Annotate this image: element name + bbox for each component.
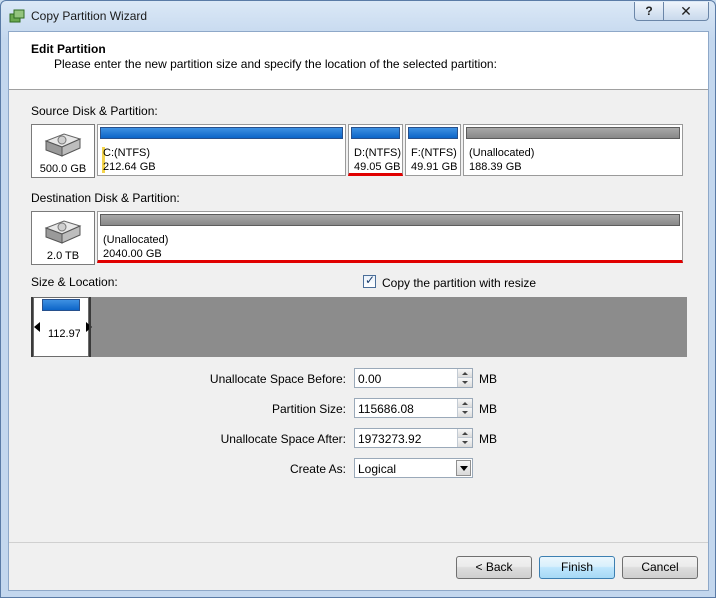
partition-size-spin [457, 399, 472, 417]
partition-name: F:(NTFS) [411, 147, 457, 159]
destination-unallocated[interactable]: (Unallocated) 2040.00 GB [97, 211, 683, 263]
create-as-value: Logical [358, 462, 397, 476]
partition-bar [408, 127, 458, 139]
create-as-label: Create As: [289, 462, 346, 476]
partition-size: 2040.00 GB [103, 248, 162, 260]
slider-right-edge [89, 297, 91, 357]
partition-c[interactable]: C:(NTFS) 212.64 GB [97, 124, 346, 176]
partition-bar [42, 299, 80, 311]
spin-down-button[interactable] [458, 438, 472, 447]
space-after-unit: MB [479, 432, 497, 446]
source-partition-map: C:(NTFS) 212.64 GB D:(NTFS) 49.05 GB F:(… [97, 124, 683, 178]
partition-name: C:(NTFS) [103, 147, 151, 159]
space-before-input[interactable]: 0.00 [354, 368, 473, 388]
hard-disk-icon [44, 133, 82, 157]
page-title: Edit Partition [31, 42, 106, 56]
space-before-value: 0.00 [358, 372, 382, 386]
window-title: Copy Partition Wizard [31, 9, 148, 23]
partition-size-unit: MB [479, 402, 497, 416]
partition-size: 212.64 GB [103, 161, 156, 173]
hard-disk-icon [44, 220, 82, 244]
close-button[interactable]: ✕ [663, 2, 709, 21]
title-bar: Copy Partition Wizard ? ✕ [1, 1, 715, 31]
partition-size-input[interactable]: 115686.08 [354, 398, 473, 418]
partition-size: 188.39 GB [469, 161, 522, 173]
partition-size-label: Partition Size: [271, 402, 346, 416]
destination-disk-size: 2.0 TB [46, 250, 80, 262]
partition-size: 49.05 GB [354, 161, 401, 173]
finish-button[interactable]: Finish [539, 556, 615, 579]
destination-disk-label: Destination Disk & Partition: [31, 191, 180, 205]
partition-unallocated[interactable]: (Unallocated) 188.39 GB [463, 124, 683, 176]
wizard-header: Edit Partition Please enter the new part… [9, 32, 708, 90]
space-after-spin [457, 429, 472, 447]
source-disk-size: 500.0 GB [39, 163, 87, 175]
space-before-spin [457, 369, 472, 387]
spin-down-button[interactable] [458, 378, 472, 387]
space-after-label: Unallocate Space After: [220, 432, 346, 446]
spin-down-button[interactable] [458, 408, 472, 417]
footer-divider [9, 542, 708, 543]
partition-bar [100, 127, 343, 139]
create-as-select[interactable]: Logical [354, 458, 473, 478]
wizard-client-area: Edit Partition Please enter the new part… [8, 31, 709, 591]
back-button[interactable]: < Back [456, 556, 532, 579]
wizard-app-icon [9, 9, 25, 23]
partition-bar [466, 127, 680, 139]
partition-name: (Unallocated) [469, 147, 535, 159]
copy-with-resize-label: Copy the partition with resize [382, 276, 537, 290]
spin-up-button[interactable] [458, 369, 472, 378]
destination-partition-map: (Unallocated) 2040.00 GB [97, 211, 683, 265]
copy-partition-wizard-window: Copy Partition Wizard ? ✕ Edit Partition… [0, 0, 716, 598]
partition-name: (Unallocated) [103, 234, 169, 246]
space-before-unit: MB [479, 372, 497, 386]
partition-size: 49.91 GB [411, 161, 458, 173]
size-location-label: Size & Location: [31, 275, 118, 289]
chevron-down-icon[interactable] [456, 460, 471, 476]
space-before-label: Unallocate Space Before: [209, 372, 346, 386]
resize-handle-left[interactable] [34, 322, 40, 332]
partition-bar [351, 127, 400, 139]
partition-bar [100, 214, 680, 226]
source-disk-label: Source Disk & Partition: [31, 104, 158, 118]
spin-up-button[interactable] [458, 399, 472, 408]
page-subtitle: Please enter the new partition size and … [54, 57, 497, 71]
help-button[interactable]: ? [634, 2, 664, 21]
size-location-bar[interactable]: 112.97 [31, 297, 687, 357]
partition-f[interactable]: F:(NTFS) 49.91 GB [405, 124, 461, 176]
spin-up-button[interactable] [458, 429, 472, 438]
partition-slider[interactable]: 112.97 [33, 297, 92, 357]
destination-disk-icon-box[interactable]: 2.0 TB [31, 211, 95, 265]
source-disk-icon-box[interactable]: 500.0 GB [31, 124, 95, 178]
copy-with-resize-checkbox[interactable] [363, 273, 376, 288]
partition-d[interactable]: D:(NTFS) 49.05 GB [348, 124, 403, 176]
partition-name: D:(NTFS) [354, 147, 402, 159]
space-after-input[interactable]: 1973273.92 [354, 428, 473, 448]
partition-size-value: 115686.08 [358, 402, 414, 416]
cancel-button[interactable]: Cancel [622, 556, 698, 579]
slider-size-value: 112.97 [48, 328, 80, 340]
space-after-value: 1973273.92 [358, 432, 422, 446]
